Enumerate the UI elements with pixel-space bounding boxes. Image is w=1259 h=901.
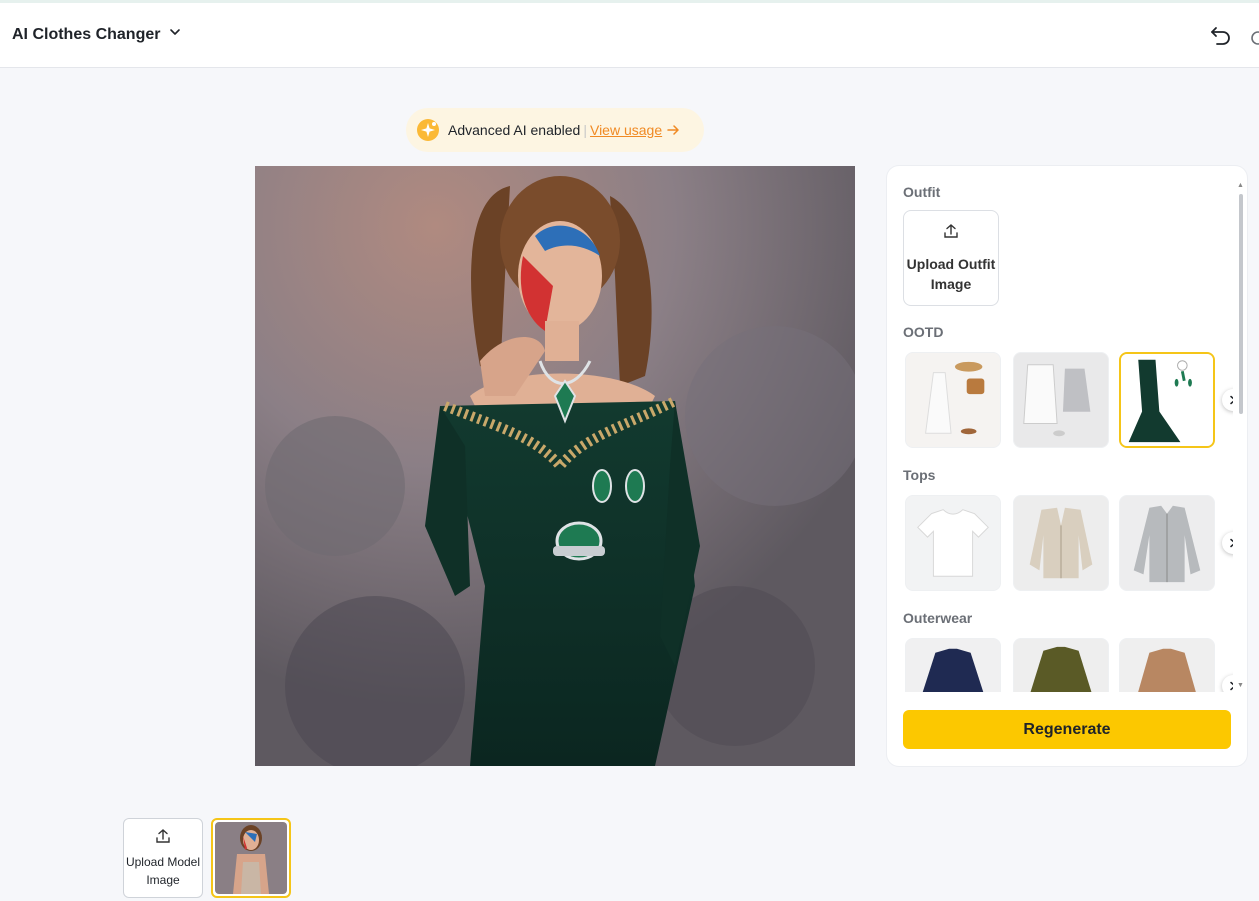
redo-icon[interactable] bbox=[1248, 27, 1259, 47]
panel-scrollbar[interactable] bbox=[1239, 194, 1243, 414]
upload-model-button[interactable]: Upload Model Image bbox=[123, 818, 203, 898]
chevron-down-icon bbox=[168, 25, 182, 44]
tops-grey-shirt-thumb[interactable] bbox=[1119, 495, 1215, 591]
outerwear-tan-blazer-thumb[interactable] bbox=[1119, 638, 1215, 692]
ootd-white-dress-thumb[interactable] bbox=[905, 352, 1001, 448]
scroll-up-arrow-icon[interactable]: ▲ bbox=[1237, 182, 1244, 189]
arrow-right-icon bbox=[666, 123, 680, 137]
ootd-label: OOTD bbox=[903, 324, 944, 340]
chevron-right-icon bbox=[1230, 395, 1233, 405]
outerwear-navy-jacket-thumb[interactable] bbox=[905, 638, 1001, 692]
chevron-right-icon bbox=[1230, 681, 1233, 691]
outfit-panel: Outfit Upload Outfit Image OOTD Tops Out… bbox=[887, 166, 1247, 766]
panel-scroll-area[interactable]: Outfit Upload Outfit Image OOTD Tops Out… bbox=[887, 166, 1233, 692]
app-title-text: AI Clothes Changer bbox=[12, 25, 161, 43]
ai-enabled-text: Advanced AI enabled bbox=[448, 122, 581, 138]
tops-next-button[interactable] bbox=[1222, 532, 1233, 554]
generated-result-image bbox=[255, 166, 855, 766]
ootd-row bbox=[903, 352, 1233, 448]
tops-row bbox=[903, 495, 1233, 591]
upload-model-label: Upload Model Image bbox=[125, 854, 201, 887]
chevron-right-icon bbox=[1230, 538, 1233, 548]
undo-icon[interactable] bbox=[1208, 23, 1234, 49]
tops-white-tshirt-thumb[interactable] bbox=[905, 495, 1001, 591]
advanced-ai-banner: Advanced AI enabled | View usage bbox=[406, 108, 704, 152]
scroll-down-arrow-icon[interactable]: ▼ bbox=[1237, 682, 1244, 689]
outerwear-label: Outerwear bbox=[903, 610, 973, 626]
outerwear-next-button[interactable] bbox=[1222, 675, 1233, 692]
model-image-thumb[interactable] bbox=[211, 818, 291, 898]
upload-icon bbox=[155, 828, 171, 853]
app-header: AI Clothes Changer bbox=[0, 3, 1259, 68]
upload-outfit-button[interactable]: Upload Outfit Image bbox=[903, 210, 999, 306]
view-usage-link[interactable]: View usage bbox=[590, 122, 662, 138]
ootd-green-gown-thumb[interactable] bbox=[1119, 352, 1215, 448]
tops-label: Tops bbox=[903, 467, 936, 483]
sparkle-icon bbox=[416, 118, 440, 142]
regenerate-button[interactable]: Regenerate bbox=[903, 710, 1231, 749]
outfit-label: Outfit bbox=[903, 184, 941, 200]
upload-icon bbox=[943, 223, 959, 254]
outerwear-olive-coat-thumb[interactable] bbox=[1013, 638, 1109, 692]
ootd-next-button[interactable] bbox=[1222, 389, 1233, 411]
tops-beige-cardigan-thumb[interactable] bbox=[1013, 495, 1109, 591]
outerwear-row bbox=[903, 638, 1233, 692]
banner-separator: | bbox=[583, 122, 587, 138]
app-title-dropdown[interactable]: AI Clothes Changer bbox=[12, 25, 182, 44]
upload-outfit-label: Upload Outfit Image bbox=[906, 255, 996, 292]
ootd-white-coat-thumb[interactable] bbox=[1013, 352, 1109, 448]
